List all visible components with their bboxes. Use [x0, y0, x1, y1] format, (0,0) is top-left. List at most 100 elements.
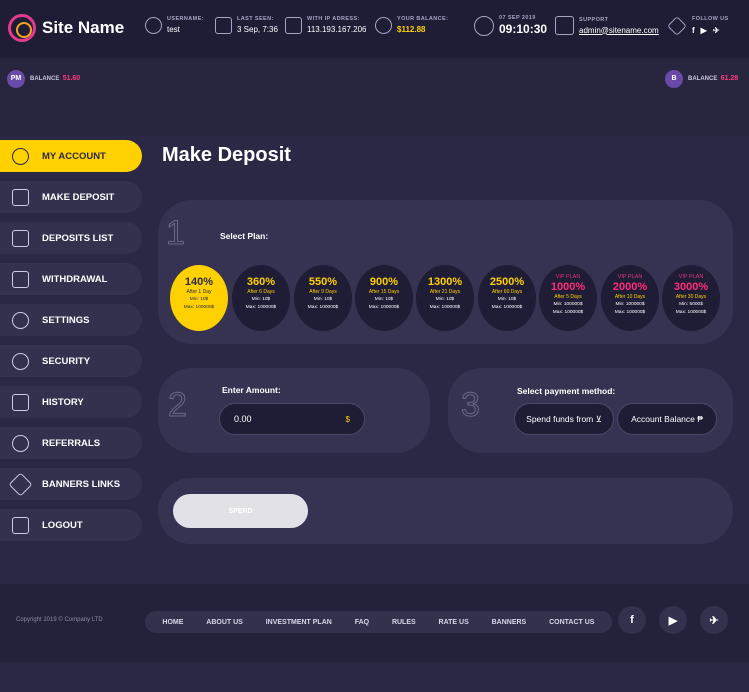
plan-duration: After 60 Days: [491, 289, 523, 295]
sidebar-item-logout[interactable]: Logout: [0, 509, 142, 541]
footer-link-about[interactable]: About Us: [206, 619, 243, 626]
step-number-1: 1: [166, 214, 186, 253]
balance-left-value: 51.60: [62, 75, 81, 82]
ip-label: With IP adress:: [307, 16, 360, 22]
link-icon: [8, 471, 33, 497]
coins-icon: [375, 16, 392, 34]
last-seen-value: 3 Sep, 7:36: [237, 25, 278, 34]
gear-icon: [12, 311, 29, 329]
server-icon: [285, 16, 302, 34]
ip-value: 113.193.167.206: [307, 25, 367, 34]
plan-percent: 3000%: [673, 281, 709, 293]
telegram-icon[interactable]: ✈: [700, 606, 728, 634]
youtube-icon[interactable]: ▶: [659, 606, 687, 634]
plan-option[interactable]: 1300% After 21 Days Min: 10$ Max: 100000…: [416, 265, 474, 331]
username-info: Username: test: [145, 16, 204, 34]
plan-duration: After 1 Day: [186, 289, 212, 295]
plan-max: Max: 100000$: [368, 305, 400, 310]
balance-label: Your balance:: [397, 16, 449, 22]
telegram-icon[interactable]: ✈: [713, 26, 720, 35]
datetime-info: 07 SEP 2019 09:10:30: [474, 15, 547, 36]
footer: Copyright 2019 © Company LTD Home About …: [0, 584, 749, 662]
support-email-link[interactable]: admin@sitename.com: [579, 26, 659, 35]
amount-field[interactable]: $: [219, 403, 365, 435]
plan-option-vip[interactable]: VIP PLAN 1000% After 5 Days Min: 100000$…: [539, 265, 597, 331]
sidebar-item-deposits-list[interactable]: Deposits List: [0, 222, 142, 254]
sidebar-item-label: History: [42, 396, 84, 408]
plan-percent: 140%: [184, 276, 214, 288]
logout-icon: [12, 516, 29, 534]
calendar-icon: [12, 393, 29, 411]
plan-duration: After 6 Days: [247, 289, 275, 295]
username-label: Username:: [167, 16, 204, 22]
top-header: Site Name Username: test Last seen: 3 Se…: [0, 0, 749, 58]
plan-option[interactable]: 140% After 1 Day Min: 10$ Max: 100000$: [170, 265, 228, 331]
step-number-3: 3: [461, 386, 481, 425]
account-balance-option[interactable]: Account Balance ₱: [617, 403, 717, 435]
sidebar-item-referrals[interactable]: Referrals: [0, 427, 142, 459]
amount-input[interactable]: [234, 414, 324, 424]
balance-info: Your balance: $112.88: [375, 16, 448, 34]
follow-label: Follow us: [692, 16, 729, 22]
spend-funds-option[interactable]: Spend funds from ⊻: [514, 403, 614, 435]
youtube-icon[interactable]: ▶: [701, 26, 707, 35]
plan-option[interactable]: 2500% After 60 Days Min: 10$ Max: 100000…: [478, 265, 536, 331]
plan-duration: After 10 Days: [614, 294, 646, 300]
logo-icon: [8, 14, 36, 42]
plan-duration: After 15 Days: [368, 289, 400, 295]
plan-percent: 2500%: [489, 276, 525, 288]
sidebar-item-security[interactable]: Security: [0, 345, 142, 377]
plan-percent: 1000%: [550, 281, 586, 293]
balance-value: $112.88: [397, 25, 426, 34]
facebook-icon[interactable]: f: [692, 26, 695, 35]
sidebar-item-label: Banners Links: [42, 478, 121, 490]
sidebar-item-withdrawal[interactable]: Withdrawal: [0, 263, 142, 295]
plan-percent: 2000%: [612, 281, 648, 293]
plan-option[interactable]: 360% After 6 Days Min: 10$ Max: 100000$: [232, 265, 290, 331]
step-number-2: 2: [168, 386, 188, 425]
people-icon: [12, 434, 29, 452]
bitcoin-icon: B: [665, 70, 683, 88]
plan-option[interactable]: 900% After 15 Days Min: 10$ Max: 100000$: [355, 265, 413, 331]
plan-option-vip[interactable]: VIP PLAN 2000% After 10 Days Min: 100000…: [601, 265, 659, 331]
support-info: Support admin@sitename.com: [555, 16, 659, 35]
money-icon: [12, 229, 29, 247]
facebook-icon[interactable]: f: [618, 606, 646, 634]
sidebar-item-label: Settings: [42, 314, 90, 326]
plan-min: Min: 10$: [497, 297, 517, 302]
last-seen-info: Last seen: 3 Sep, 7:36: [215, 16, 278, 34]
plan-duration: After 21 Days: [429, 289, 461, 295]
plan-max: Max: 100000$: [614, 310, 646, 315]
footer-link-home[interactable]: Home: [162, 619, 183, 626]
plan-max: Max: 100000$: [245, 305, 277, 310]
sidebar-item-settings[interactable]: Settings: [0, 304, 142, 336]
footer-link-investment[interactable]: Investment Plan: [266, 619, 332, 626]
footer-nav: Home About Us Investment Plan FAQ Rules …: [145, 611, 612, 633]
snowflake-icon: [667, 15, 687, 36]
sidebar-item-my-account[interactable]: My Account: [0, 140, 142, 172]
plan-max: Max: 100000$: [183, 305, 215, 310]
plan-max: Max: 100000$: [491, 305, 523, 310]
footer-link-contact[interactable]: Contact Us: [549, 619, 594, 626]
footer-link-rate[interactable]: Rate Us: [439, 619, 469, 626]
mail-icon: [555, 16, 574, 35]
plan-option[interactable]: 550% After 9 Days Min: 10$ Max: 100000$: [294, 265, 352, 331]
sidebar-item-label: Referrals: [42, 437, 101, 449]
sidebar-item-history[interactable]: History: [0, 386, 142, 418]
footer-link-rules[interactable]: Rules: [392, 619, 416, 626]
footer-link-banners[interactable]: Banners: [492, 619, 527, 626]
clock-icon: [474, 15, 494, 36]
enter-amount-label: Enter Amount:: [222, 385, 281, 395]
site-logo[interactable]: Site Name: [8, 14, 124, 42]
plan-max: Max: 100000$: [307, 305, 339, 310]
footer-link-faq[interactable]: FAQ: [355, 619, 369, 626]
plan-max: Max: 100000$: [675, 310, 707, 315]
spend-button[interactable]: Spend: [173, 494, 308, 528]
plan-option-vip[interactable]: VIP PLAN 3000% After 30 Days Min: 5000$ …: [662, 265, 720, 331]
sidebar-item-make-deposit[interactable]: Make Deposit: [0, 181, 142, 213]
sidebar-item-label: Deposits List: [42, 232, 114, 244]
time-value: 09:10:30: [499, 22, 548, 36]
plan-min: Min: 5000$: [679, 302, 703, 307]
plan-min: Min: 100000$: [615, 302, 645, 307]
sidebar-item-banners-links[interactable]: Banners Links: [0, 468, 142, 500]
